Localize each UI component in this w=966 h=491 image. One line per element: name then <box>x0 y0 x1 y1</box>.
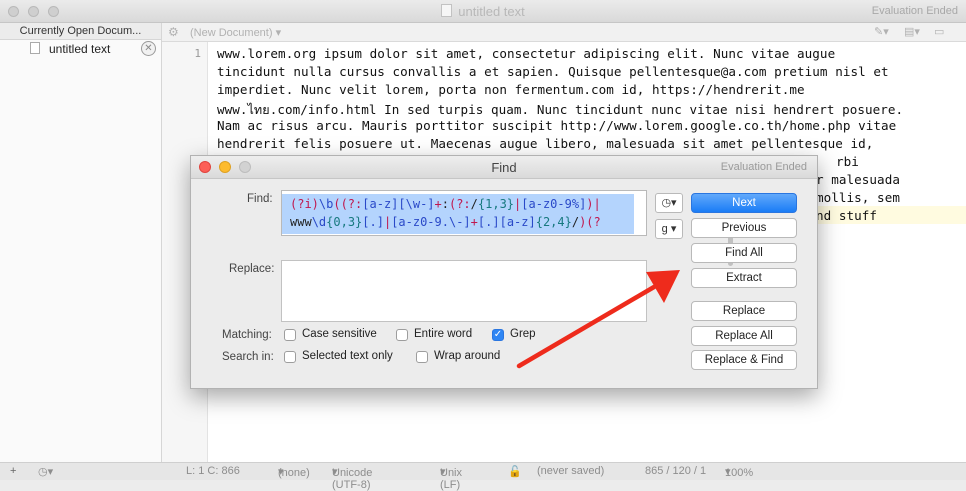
editor-line: imperdiet. Nunc velit lorem, porta non f… <box>217 82 805 97</box>
add-document-button[interactable]: + <box>10 465 16 477</box>
grep-patterns-menu[interactable]: g ▾ <box>655 219 683 239</box>
search-in-label: Search in: <box>222 351 274 363</box>
gear-icon[interactable]: ⚙ <box>168 25 179 39</box>
clock-menu-icon[interactable]: ◷▾ <box>38 465 53 478</box>
editor-line-fragment: nd stuff <box>816 208 878 223</box>
wrap-around-label: Wrap around <box>434 350 501 362</box>
window-title-text: untitled text <box>458 4 525 19</box>
editor-line: hendrerit felis posuere ut. Maecenas aug… <box>217 136 874 151</box>
find-dialog: Find Evaluation Ended Find: (?i)\b((?:[a… <box>190 155 818 389</box>
editor-line-fragment: mollis, sem <box>816 190 900 205</box>
case-sensitive-checkbox[interactable] <box>284 329 296 341</box>
entire-word-checkbox[interactable] <box>396 329 408 341</box>
pen-menu-icon[interactable]: ✎▾ <box>874 25 889 38</box>
editor-line: www.lorem.org ipsum dolor sit amet, cons… <box>217 46 836 61</box>
open-documents-sidebar: Currently Open Docum... untitled text ✕ <box>0 23 162 462</box>
lock-icon[interactable]: 🔓 <box>508 465 522 478</box>
document-menu[interactable]: (New Document) ▾ <box>190 26 281 39</box>
evaluation-badge: Evaluation Ended <box>871 5 958 17</box>
grep-checkbox[interactable]: ✓ <box>492 329 504 341</box>
document-name: untitled text <box>49 42 111 56</box>
matching-label: Matching: <box>222 329 272 341</box>
recent-searches-icon[interactable]: ◷▾ <box>655 193 683 213</box>
find-all-button[interactable]: Find All <box>691 243 797 263</box>
file-icon <box>30 42 40 54</box>
document-menu-label: (New Document) <box>190 27 273 39</box>
extract-button[interactable]: Extract <box>691 268 797 288</box>
close-document-icon[interactable]: ✕ <box>141 41 156 56</box>
document-list-icon[interactable]: ▤▾ <box>904 25 920 38</box>
find-text-line-1: (?i)\b((?:[a-z][\w-]+:(?:/{1,3}|[a-z0-9%… <box>290 197 601 211</box>
zoom-label: 100% <box>725 467 754 479</box>
language-menu[interactable]: (none) ▾ <box>278 465 310 479</box>
replace-input[interactable] <box>281 260 647 322</box>
save-status: (never saved) <box>537 465 605 477</box>
navigation-bar: ⚙ (New Document) ▾ ✎▾ ▤▾ ▭ <box>162 23 966 42</box>
cursor-position: L: 1 C: 866 <box>186 465 240 477</box>
editor-line: www.ไทย.com/info.html In sed turpis quam… <box>217 102 904 117</box>
previous-button[interactable]: Previous <box>691 218 797 238</box>
editor-line: tincidunt nulla cursus convallis a et sa… <box>217 64 889 79</box>
find-dialog-titlebar: Find Evaluation Ended <box>191 156 817 179</box>
wrap-around-checkbox[interactable] <box>416 351 428 363</box>
document-counts: 865 / 120 / 1 <box>645 465 707 477</box>
selected-text-only-checkbox[interactable] <box>284 351 296 363</box>
evaluation-badge: Evaluation Ended <box>720 161 807 173</box>
line-number: 1 <box>194 47 201 60</box>
zoom-menu[interactable]: 100% ▾ <box>725 465 753 479</box>
window-title: untitled text <box>0 4 966 19</box>
language-label: (none) <box>278 467 310 479</box>
document-icon <box>441 4 453 17</box>
split-view-icon[interactable]: ▭ <box>934 25 944 38</box>
editor-line: Nam ac risus arcu. Mauris porttitor susc… <box>217 118 897 133</box>
editor-line-fragment: r malesuada <box>816 172 900 187</box>
status-bar: + ◷▾ L: 1 C: 866 (none) ▾ Unicode (UTF-8… <box>0 462 966 491</box>
selected-text-only-label: Selected text only <box>302 350 393 362</box>
replace-and-find-button[interactable]: Replace & Find <box>691 350 797 370</box>
replace-all-button[interactable]: Replace All <box>691 326 797 346</box>
sidebar-document-item[interactable]: untitled text ✕ <box>0 40 161 58</box>
find-text-line-2: www\d{0,3}[.]|[a-z0-9.\-]+[.][a-z]{2,4}/… <box>290 215 601 229</box>
find-label: Find: <box>247 193 273 205</box>
encoding-label: Unicode (UTF-8) <box>332 467 373 491</box>
grep-menu-label: g <box>661 223 668 235</box>
replace-button[interactable]: Replace <box>691 301 797 321</box>
replace-label: Replace: <box>229 263 275 275</box>
case-sensitive-label: Case sensitive <box>302 328 377 340</box>
find-input[interactable]: (?i)\b((?:[a-z][\w-]+:(?:/{1,3}|[a-z0-9%… <box>281 190 733 266</box>
entire-word-label: Entire word <box>414 328 473 340</box>
sidebar-header: Currently Open Docum... <box>0 23 161 40</box>
window-titlebar: untitled text Evaluation Ended <box>0 0 966 23</box>
next-button[interactable]: Next <box>691 193 797 213</box>
grep-label: Grep <box>510 328 536 340</box>
encoding-menu[interactable]: Unicode (UTF-8) ▾ <box>332 465 372 491</box>
line-endings-menu[interactable]: Unix (LF) ▾ <box>440 465 462 491</box>
line-endings-label: Unix (LF) <box>440 467 463 491</box>
editor-line-fragment: rbi <box>836 154 859 169</box>
